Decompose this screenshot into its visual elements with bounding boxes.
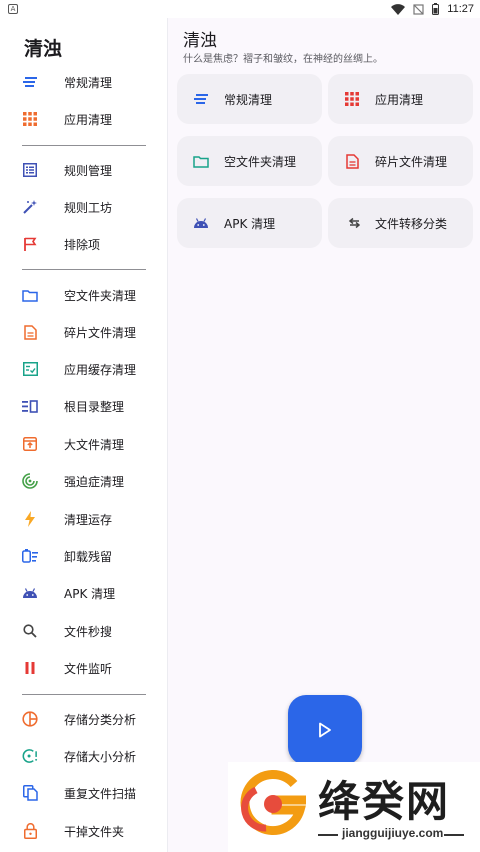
- folder-icon: [22, 287, 38, 303]
- nav-label: 干掉文件夹: [64, 825, 125, 839]
- nav-label: 大文件清理: [64, 438, 125, 452]
- card-fragment-clean[interactable]: 碎片文件清理: [328, 136, 473, 186]
- watermark-line: [444, 834, 464, 836]
- nav-label: 规则管理: [64, 164, 113, 178]
- transfer-icon: [344, 215, 360, 231]
- card-label: 空文件夹清理: [224, 155, 297, 169]
- nav-item-kill-folder[interactable]: 干掉文件夹: [0, 814, 168, 848]
- target-icon: [22, 473, 38, 489]
- nav-item-file-monitor[interactable]: 文件监听: [0, 651, 168, 685]
- nav-item-ocd-clean[interactable]: 强迫症清理: [0, 464, 168, 498]
- wifi-icon: [391, 3, 406, 15]
- list-box-icon: [22, 162, 38, 178]
- nav-item-app-clean[interactable]: 应用清理: [0, 102, 168, 136]
- android-icon: [193, 215, 209, 231]
- nav-item-empty-folder-clean[interactable]: 空文件夹清理: [0, 278, 168, 312]
- card-label: 常规清理: [224, 93, 273, 107]
- card-app-clean[interactable]: 应用清理: [328, 74, 473, 124]
- nav-label: 清理运存: [64, 513, 113, 527]
- nav-label: 碎片文件清理: [64, 326, 137, 340]
- nav-label: 空文件夹清理: [64, 289, 137, 303]
- nav-item-apk-clean[interactable]: APK 清理: [0, 576, 168, 610]
- nav-label: 根目录整理: [64, 400, 125, 414]
- nav-item-duplicate-file-scan[interactable]: 重复文件扫描: [0, 776, 168, 810]
- watermark-brand: 绛癸网: [318, 777, 451, 826]
- pie-chart-icon: [22, 711, 38, 727]
- nav-label: 文件监听: [64, 662, 113, 676]
- card-label: APK 清理: [224, 217, 276, 231]
- nav-label: 存储大小分析: [64, 750, 137, 764]
- folder-icon: [193, 153, 209, 169]
- document-icon: [344, 153, 360, 169]
- nav-item-file-search[interactable]: 文件秒搜: [0, 614, 168, 648]
- nav-item-root-organize[interactable]: 根目录整理: [0, 389, 168, 423]
- card-regular-clean[interactable]: 常规清理: [177, 74, 322, 124]
- lock-icon: [22, 823, 38, 839]
- divider: [22, 145, 146, 146]
- document-icon: [22, 324, 38, 340]
- start-scan-button[interactable]: [288, 695, 362, 765]
- nav-label: 文件秒搜: [64, 625, 113, 639]
- nav-item-storage-size-analysis[interactable]: 存储大小分析: [0, 739, 168, 773]
- sort-lines-icon: [193, 91, 209, 107]
- battery-icon: [432, 3, 440, 15]
- play-icon: [319, 722, 331, 738]
- nav-label: 应用缓存清理: [64, 363, 137, 377]
- nav-item-storage-category-analysis[interactable]: 存储分类分析: [0, 702, 168, 736]
- archive-icon: [22, 436, 38, 452]
- status-bar: A 11:27: [0, 0, 480, 18]
- nav-item-uninstall-residue[interactable]: 卸载残留: [0, 539, 168, 573]
- nav-label: 重复文件扫描: [64, 787, 137, 801]
- nav-item-large-file-clean[interactable]: 大文件清理: [0, 427, 168, 461]
- status-icons: 11:27: [391, 1, 474, 17]
- flag-icon: [22, 236, 38, 252]
- card-label: 碎片文件清理: [375, 155, 448, 169]
- apps-grid-icon: [22, 111, 38, 127]
- nav-label: APK 清理: [64, 587, 116, 601]
- drawer-title: 清浊: [24, 38, 63, 60]
- divider: [22, 269, 146, 270]
- nav-item-rule-management[interactable]: 规则管理: [0, 153, 168, 187]
- nav-item-exclusions[interactable]: 排除项: [0, 227, 168, 261]
- sort-lines-icon: [22, 74, 38, 90]
- nav-label: 强迫症清理: [64, 475, 125, 489]
- card-label: 文件转移分类: [375, 217, 448, 231]
- watermark-url: jiangguijiuye.com: [342, 826, 444, 840]
- watermark-line: [318, 834, 338, 836]
- app-notification-icon: A: [8, 4, 18, 14]
- magic-wand-icon: [22, 199, 38, 215]
- android-icon: [22, 585, 38, 601]
- nav-label: 排除项: [64, 238, 101, 252]
- pause-icon: [22, 660, 38, 676]
- checklist-icon: [22, 361, 38, 377]
- search-icon: [22, 623, 38, 639]
- nav-label: 常规清理: [64, 76, 113, 90]
- card-label: 应用清理: [375, 93, 424, 107]
- card-apk-clean[interactable]: APK 清理: [177, 198, 322, 248]
- page-title: 清浊: [183, 31, 217, 51]
- navigation-drawer: 清浊 常规清理 应用清理 规则管理 规则工坊 排除项 空文件夹清理 碎片文件清理…: [0, 18, 168, 852]
- nav-item-fragment-clean[interactable]: 碎片文件清理: [0, 315, 168, 349]
- lightning-icon: [22, 511, 38, 527]
- columns-icon: [22, 398, 38, 414]
- nav-item-clean-ram[interactable]: 清理运存: [0, 502, 168, 536]
- watermark-logo: [240, 770, 306, 835]
- radar-icon: [22, 748, 38, 764]
- page-subtitle: 什么是焦虑？褶子和皱纹，在神经的丝绸上。: [183, 54, 383, 65]
- card-empty-folder-clean[interactable]: 空文件夹清理: [177, 136, 322, 186]
- nav-label: 应用清理: [64, 113, 113, 127]
- nav-label: 卸载残留: [64, 550, 113, 564]
- divider: [22, 694, 146, 695]
- nav-item-regular-clean[interactable]: 常规清理: [0, 65, 168, 99]
- nav-label: 存储分类分析: [64, 713, 137, 727]
- nav-label: 规则工坊: [64, 201, 113, 215]
- card-file-transfer-classify[interactable]: 文件转移分类: [328, 198, 473, 248]
- uninstall-icon: [22, 548, 38, 564]
- nav-item-app-cache-clean[interactable]: 应用缓存清理: [0, 352, 168, 386]
- apps-grid-icon: [344, 91, 360, 107]
- clock: 11:27: [447, 3, 474, 15]
- signal-off-icon: [413, 3, 424, 15]
- nav-item-rule-workshop[interactable]: 规则工坊: [0, 190, 168, 224]
- copy-icon: [22, 785, 38, 801]
